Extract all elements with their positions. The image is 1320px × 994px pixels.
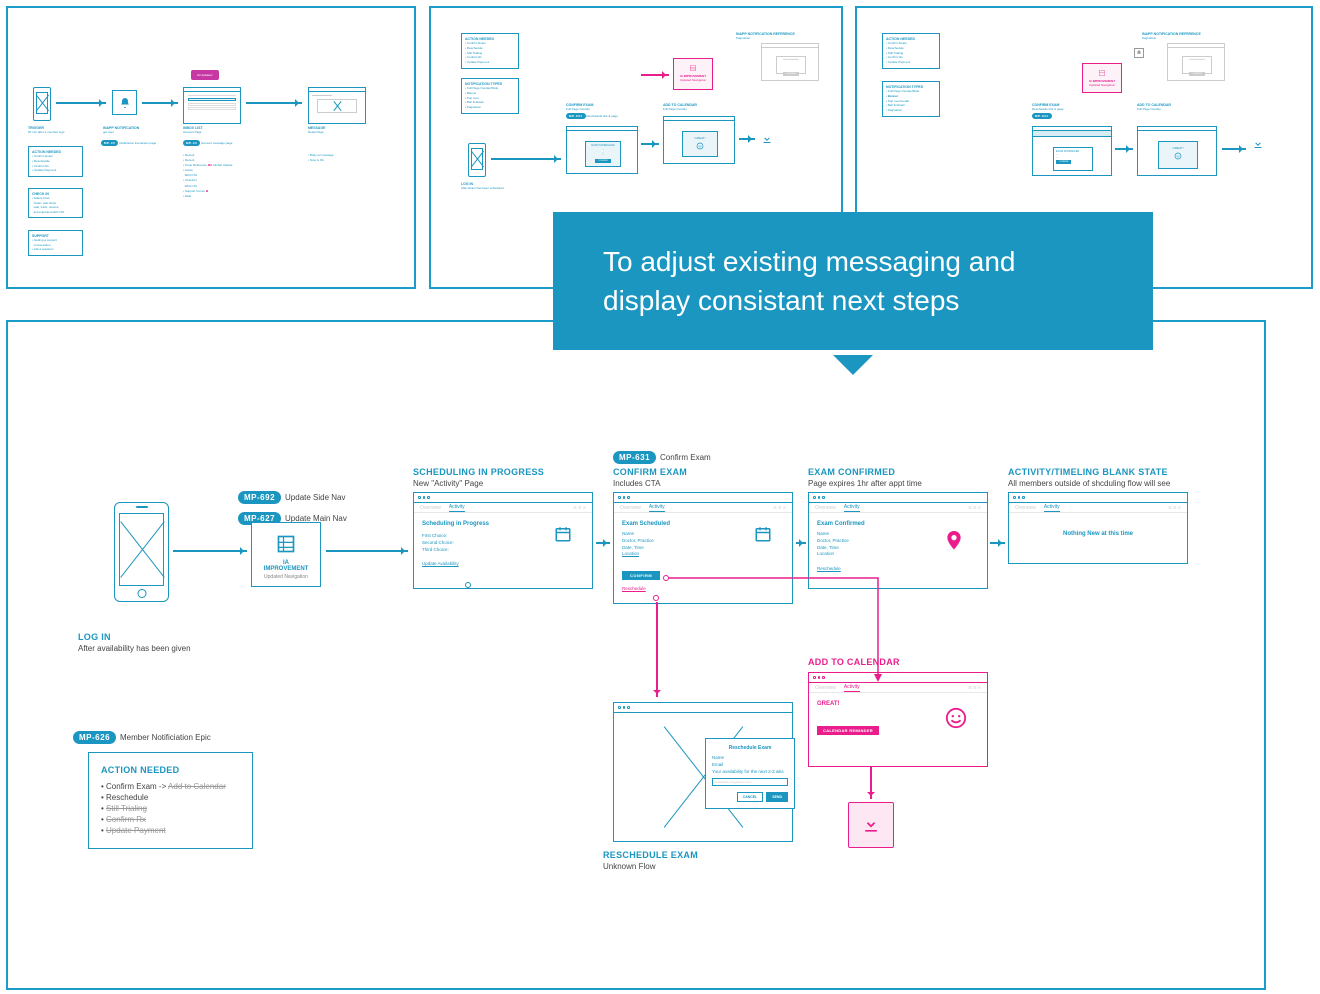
col4-title: ACTIVITY/TIMELING BLANK STATE xyxy=(1008,467,1170,477)
phone-icon xyxy=(33,87,51,121)
calendar-reminder-button[interactable]: CALENDAR REMINDER xyxy=(817,726,879,735)
arrow-path xyxy=(668,578,888,678)
map-pin-icon xyxy=(946,531,962,553)
phone-icon xyxy=(468,143,486,177)
arrow-icon xyxy=(596,542,610,544)
arrow-icon xyxy=(796,542,806,544)
ia-box: IA IMPROVEMENTUpdated Navigation xyxy=(673,58,713,90)
bell-icon xyxy=(1134,48,1144,58)
node-icon xyxy=(663,575,669,581)
pill-mp692: MP-692 xyxy=(238,491,281,504)
arrow-icon xyxy=(739,138,755,140)
checkin-box: CHECK IN• Status Flow Order, wait ships … xyxy=(28,188,83,218)
login-title: LOG IN xyxy=(78,632,191,642)
arrow-icon xyxy=(56,102,106,104)
availability-input[interactable]: Availability suggestion here xyxy=(712,778,788,786)
reschedule-browser: Reschedule Exam NameEmailYour availabili… xyxy=(613,702,793,842)
calendar-icon xyxy=(754,525,772,543)
reschedule-modal: Reschedule Exam NameEmailYour availabili… xyxy=(705,738,795,809)
blank-browser: OverviewActivity☰ ☰ ✕ Nothing New at thi… xyxy=(1008,492,1188,564)
message-wireframe xyxy=(308,87,366,124)
arrow-icon xyxy=(870,767,872,799)
support-box: SUPPORT• Getting a support conversation•… xyxy=(28,230,83,256)
main-panel: To adjust existing messaging and display… xyxy=(6,320,1266,990)
callout-bubble: To adjust existing messaging and display… xyxy=(553,212,1153,350)
pill-mp626: MP-626 xyxy=(73,731,116,744)
col1-title: SCHEDULING IN PROGRESS xyxy=(413,467,544,477)
smile-icon xyxy=(945,707,967,729)
resched-title: RESCHEDULE EXAM xyxy=(603,850,698,860)
cal-wireframe: GREAT! xyxy=(663,116,735,164)
arrow-icon xyxy=(142,102,178,104)
confirm-wireframe: EXAM SCHEDULED——CONFIRM xyxy=(1032,126,1112,176)
calendar-icon xyxy=(554,525,572,543)
arrow-icon xyxy=(1115,148,1133,150)
confirm-button[interactable]: CONFIRM xyxy=(622,571,660,580)
node-icon xyxy=(465,582,471,588)
thumbnail-1: TRIGGER60 min after a member logs INAPP … xyxy=(6,6,416,289)
arrow-icon xyxy=(990,542,1005,544)
notification-bubble: IA Updates! xyxy=(191,70,219,80)
arrow-icon xyxy=(326,550,408,552)
arrow-icon xyxy=(491,158,561,160)
send-button[interactable]: SEND xyxy=(766,792,788,802)
phone-icon xyxy=(114,502,169,602)
cal-wireframe: GREAT! xyxy=(1137,126,1217,176)
ia-improvement-card: IA IMPROVEMENT Updated Navigation xyxy=(251,522,321,587)
scheduling-browser: OverviewActivity☰ ☰ ✕ Scheduling in Prog… xyxy=(413,492,593,589)
action-box: ACTION NEEDED• Confirm Exam• Reschedule•… xyxy=(28,146,83,177)
ref-wireframe: Exam ScheduledCONFIRM xyxy=(761,43,819,81)
node-icon xyxy=(653,595,659,601)
arrow-icon xyxy=(246,102,302,104)
col2-title: CONFIRM EXAM xyxy=(613,467,687,477)
action-needed-box: ACTION NEEDED Confirm Exam -> Add to Cal… xyxy=(88,752,253,849)
arrow-icon xyxy=(173,550,247,552)
arrow-icon xyxy=(641,74,669,76)
pill-mp631: MP-631 xyxy=(613,451,656,464)
bell-icon xyxy=(112,90,137,115)
ia-box: IA IMPROVEMENTUpdated Navigation xyxy=(1082,63,1122,93)
addcal-browser: OverviewActivity☰ ☰ ✕ GREAT! CALENDAR RE… xyxy=(808,672,988,767)
reschedule-link-2[interactable]: Reschedule xyxy=(817,566,979,573)
login-sub: After availability has been given xyxy=(78,644,191,653)
confirm-wireframe: EXAM SCHEDULED———CONFIRM xyxy=(566,126,638,174)
inbox-list: • Recent• Recent• Temp Reference MA Glob… xyxy=(183,153,232,199)
download-icon xyxy=(1252,138,1264,150)
download-icon xyxy=(761,133,773,145)
inbox-wireframe xyxy=(183,87,241,124)
arrow-icon xyxy=(641,143,659,145)
arrow-icon xyxy=(656,602,658,697)
confirmed-browser: OverviewActivity☰ ☰ ✕ Exam Confirmed Nam… xyxy=(808,492,988,589)
col3-title: EXAM CONFIRMED xyxy=(808,467,922,477)
ref-wireframe: Exam ScheduledCONFIRM xyxy=(1167,43,1225,81)
update-availability-link[interactable]: Update Availability xyxy=(422,561,584,568)
action-list: Confirm Exam -> Add to Calendar Reschedu… xyxy=(101,781,240,836)
cancel-button[interactable]: CANCEL xyxy=(737,792,764,802)
msg-list: • Body w/ message• Now Is Ok xyxy=(308,153,334,163)
download-box[interactable] xyxy=(848,802,894,848)
grid-icon xyxy=(276,534,296,554)
arrow-icon xyxy=(1222,148,1246,150)
